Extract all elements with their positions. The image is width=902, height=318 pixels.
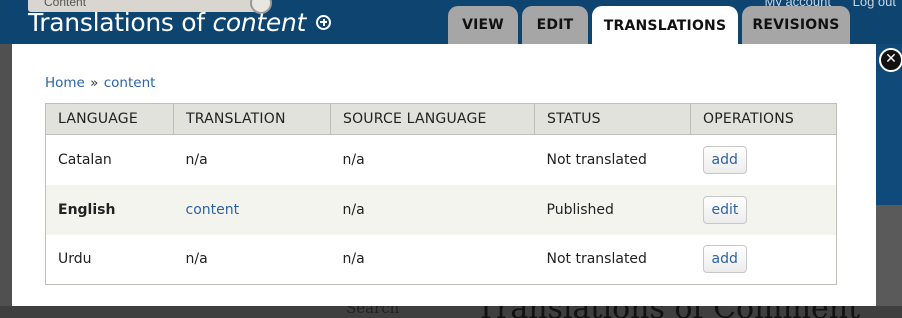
table-row: Urdu n/a n/a Not translated add bbox=[46, 235, 837, 285]
add-translation-button[interactable]: add bbox=[702, 145, 747, 174]
language-cell: English bbox=[45, 184, 174, 235]
translation-cell: n/a bbox=[185, 251, 208, 268]
table-row: Catalan n/a n/a Not translated add bbox=[46, 135, 837, 185]
language-cell: Urdu bbox=[58, 251, 92, 268]
page-title: Translations of content bbox=[28, 8, 332, 38]
column-header-operations: OPERATIONS bbox=[690, 103, 837, 135]
breadcrumb-home-link[interactable]: Home bbox=[45, 75, 85, 91]
translations-table: LANGUAGE TRANSLATION SOURCE LANGUAGE STA… bbox=[45, 103, 837, 285]
page-title-entity: content bbox=[212, 8, 307, 37]
translation-link[interactable]: content bbox=[186, 202, 240, 218]
table-header-row: LANGUAGE TRANSLATION SOURCE LANGUAGE STA… bbox=[45, 103, 837, 135]
background-panel-lower bbox=[876, 205, 902, 318]
tab-translations[interactable]: TRANSLATIONS bbox=[592, 6, 738, 46]
column-header-language: LANGUAGE bbox=[45, 103, 174, 135]
table-row: English content n/a Published edit bbox=[45, 184, 837, 235]
background-left-strip bbox=[0, 44, 12, 318]
tab-view[interactable]: VIEW bbox=[448, 6, 518, 44]
tab-edit[interactable]: EDIT bbox=[522, 6, 588, 44]
source-language-cell: n/a bbox=[342, 151, 365, 168]
add-translation-button[interactable]: add bbox=[702, 245, 747, 274]
status-cell: Not translated bbox=[546, 251, 647, 268]
source-language-cell: n/a bbox=[330, 184, 535, 235]
overlay-content: Home » content LANGUAGE TRANSLATION SOUR… bbox=[12, 44, 876, 306]
breadcrumb-separator: » bbox=[90, 75, 99, 91]
column-header-status: STATUS bbox=[534, 103, 691, 135]
breadcrumb: Home » content bbox=[45, 75, 155, 91]
column-header-translation: TRANSLATION bbox=[173, 103, 331, 135]
operations-cell: edit bbox=[690, 184, 837, 235]
page-title-prefix: Translations of bbox=[28, 8, 213, 37]
translation-cell: n/a bbox=[185, 151, 208, 168]
add-shortcut-icon[interactable] bbox=[316, 14, 332, 30]
operations-cell: add bbox=[691, 135, 837, 185]
status-cell: Published bbox=[534, 184, 691, 235]
close-icon[interactable]: ✕ bbox=[879, 48, 902, 72]
tab-revisions[interactable]: REVISIONS bbox=[742, 6, 850, 44]
language-cell: Catalan bbox=[58, 151, 112, 168]
translation-cell: content bbox=[173, 184, 331, 235]
operations-cell: add bbox=[691, 235, 837, 285]
column-header-source-language: SOURCE LANGUAGE bbox=[330, 103, 535, 135]
source-language-cell: n/a bbox=[342, 251, 365, 268]
log-out-link[interactable]: Log out bbox=[853, 0, 896, 9]
edit-translation-button[interactable]: edit bbox=[702, 195, 748, 224]
breadcrumb-content-link[interactable]: content bbox=[104, 75, 156, 91]
status-cell: Not translated bbox=[546, 151, 647, 168]
